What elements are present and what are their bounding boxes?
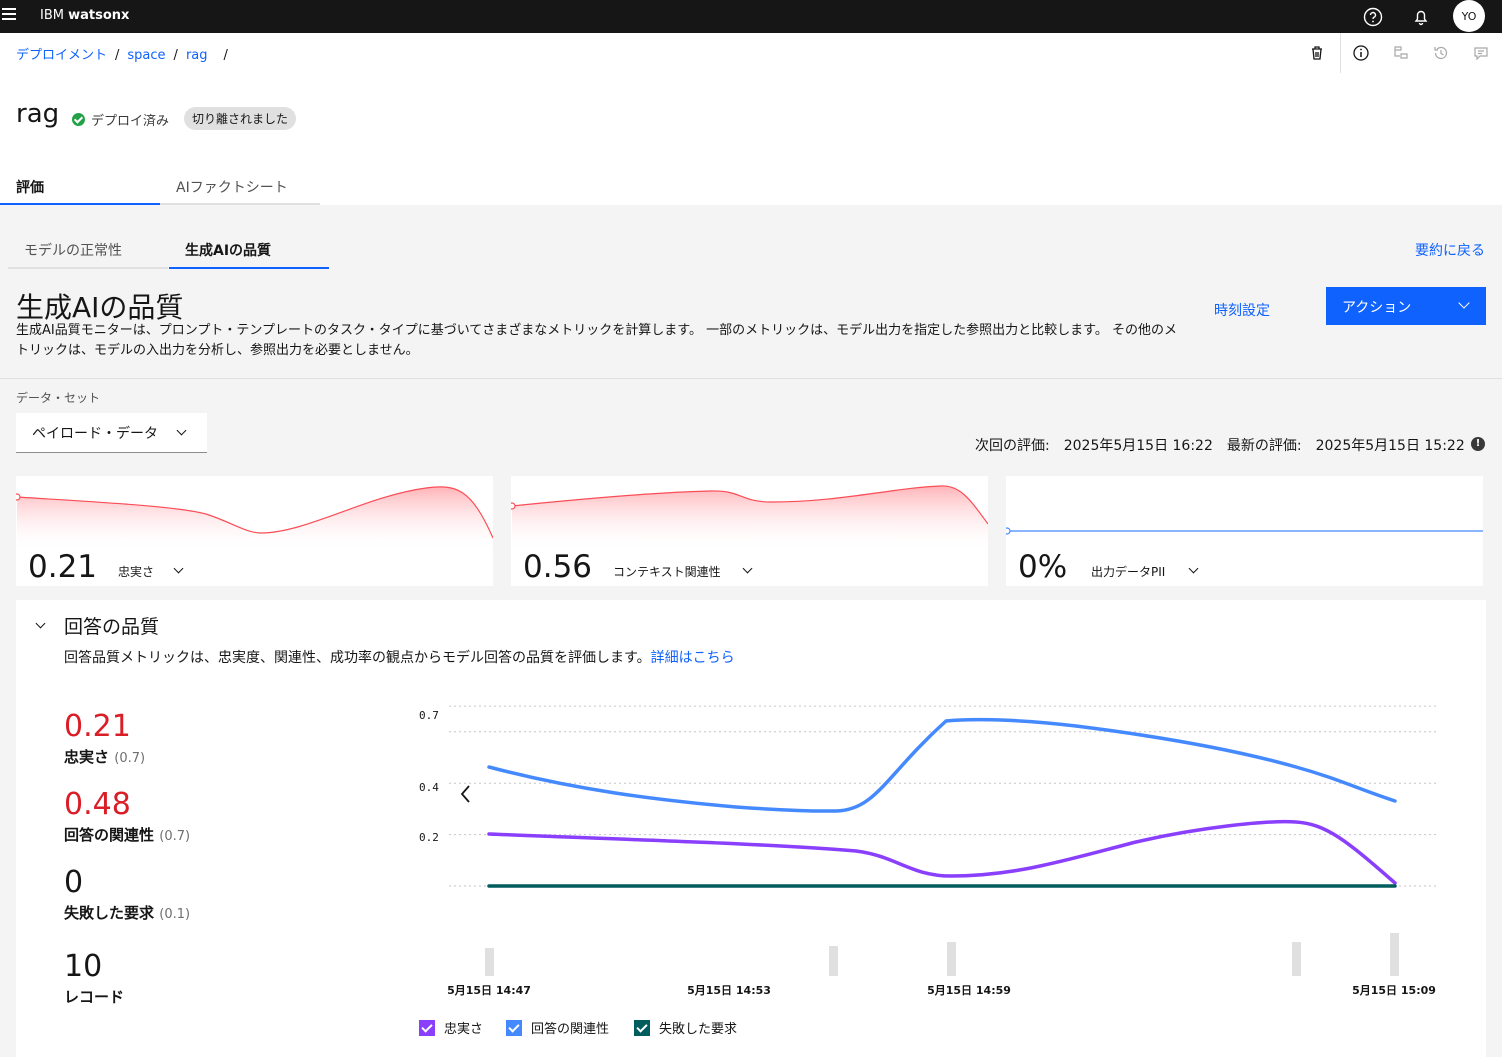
brand[interactable]: IBM watsonx	[40, 8, 129, 23]
dataset-dropdown[interactable]: ペイロード・データ	[16, 413, 207, 453]
last-eval-value: 2025年5月15日 15:22	[1315, 438, 1465, 454]
subtab-genai-quality[interactable]: 生成AIの品質	[169, 232, 329, 269]
tile-label: 出力データPII	[1091, 565, 1166, 579]
section-description: 生成AI品質モニターは、プロンプト・テンプレートのタスク・タイプに基づいてさまざ…	[16, 323, 1177, 358]
tile-label: コンテキスト関連性	[613, 565, 721, 579]
tile-value: 0.56	[523, 549, 593, 585]
y-tick-label: 0.4	[419, 781, 439, 794]
checkbox-icon[interactable]	[634, 1019, 650, 1036]
record-count-bar	[1390, 933, 1399, 976]
chevron-left-icon[interactable]	[460, 785, 470, 803]
brand-name: watsonx	[68, 8, 130, 23]
toolbar-divider	[1340, 33, 1341, 73]
y-tick-label: 0.7	[419, 709, 439, 722]
status-text: デプロイ済み	[91, 114, 170, 129]
user-avatar[interactable]: YO	[1453, 0, 1485, 32]
dataset-value: ペイロード・データ	[32, 426, 158, 442]
last-eval-label: 最新の評価:	[1226, 438, 1302, 454]
breadcrumb-bar: デプロイメント / space / rag /	[0, 33, 1502, 73]
action-button-label: アクション	[1342, 300, 1412, 316]
brand-prefix: IBM	[40, 8, 64, 23]
tile-output-pii[interactable]: 0% 出力データPII	[1006, 476, 1483, 586]
page-header: rag デプロイ済み 切り離されました 評価 AIファクトシート	[0, 73, 1502, 205]
checkbox-icon[interactable]	[419, 1019, 435, 1036]
time-settings-link[interactable]: 時刻設定	[1214, 300, 1270, 320]
info-icon[interactable]	[1352, 44, 1370, 62]
section-title: 生成AIの品質	[16, 291, 184, 324]
status-indicator: デプロイ済み	[72, 110, 169, 129]
evaluation-info: 次回の評価: 2025年5月15日 16:22 最新の評価: 2025年5月15日 1…	[975, 435, 1465, 455]
back-to-summary-link[interactable]: 要約に戻る	[1415, 240, 1485, 260]
series-line-回答の関連性	[487, 717, 1397, 813]
warning-icon[interactable]: !	[1471, 437, 1485, 451]
subtab-model-health[interactable]: モデルの正常性	[8, 232, 168, 269]
tile-context-relevance[interactable]: 0.56 コンテキスト関連性	[511, 476, 988, 586]
legend-label: 回答の関連性	[531, 1022, 610, 1037]
next-eval-value: 2025年5月15日 16:22	[1063, 438, 1213, 454]
tab-ai-factsheet[interactable]: AIファクトシート	[160, 168, 320, 205]
page-title: rag	[16, 99, 60, 129]
comment-icon[interactable]	[1472, 44, 1490, 62]
record-count-bar	[829, 946, 838, 976]
status-tag: 切り離されました	[184, 107, 297, 130]
action-button[interactable]: アクション	[1326, 287, 1486, 325]
legend-failed-requests[interactable]: 失敗した要求	[634, 1018, 737, 1037]
tile-value: 0.21	[28, 549, 98, 585]
legend-faithfulness[interactable]: 忠実さ	[419, 1018, 483, 1037]
tile-value: 0%	[1018, 549, 1068, 585]
next-eval-label: 次回の評価:	[975, 438, 1050, 454]
record-count-bar	[1292, 942, 1301, 976]
series-line-忠実さ	[487, 819, 1397, 885]
trash-icon[interactable]	[1308, 44, 1326, 62]
breadcrumb-rag[interactable]: rag	[186, 48, 208, 63]
chevron-down-icon	[1458, 297, 1470, 309]
x-tick-label: 5月15日 14:53	[687, 984, 771, 997]
legend-answer-relevance[interactable]: 回答の関連性	[506, 1018, 609, 1037]
tile-label: 忠実さ	[118, 565, 155, 579]
help-icon[interactable]	[1362, 6, 1384, 28]
legend-label: 失敗した要求	[659, 1022, 738, 1037]
pii-sparkline	[1006, 527, 1483, 535]
lineage-icon[interactable]	[1392, 44, 1410, 62]
record-count-bar	[947, 942, 956, 976]
y-tick-label: 0.2	[419, 831, 439, 844]
record-count-bar	[485, 948, 494, 976]
history-icon[interactable]	[1432, 44, 1450, 62]
breadcrumb-deployments[interactable]: デプロイメント	[16, 44, 107, 63]
x-tick-label: 5月15日 14:47	[447, 984, 531, 997]
checkbox-icon[interactable]	[506, 1019, 522, 1036]
top-bar: IBM watsonx YO	[0, 0, 1502, 33]
x-tick-label: 5月15日 15:09	[1352, 984, 1436, 997]
divider	[0, 378, 1502, 379]
breadcrumb: デプロイメント / space / rag /	[16, 44, 236, 63]
tile-faithfulness[interactable]: 0.21 忠実さ	[16, 476, 493, 586]
checkmark-icon	[72, 113, 85, 126]
notification-icon[interactable]	[1410, 6, 1432, 28]
dataset-label: データ・セット	[16, 391, 101, 405]
legend-label: 忠実さ	[444, 1022, 484, 1037]
breadcrumb-space[interactable]: space	[127, 48, 165, 63]
x-tick-label: 5月15日 14:59	[927, 984, 1011, 997]
menu-icon[interactable]	[2, 8, 16, 24]
answer-quality-chart: 0.2 0.4 0.7 5月15日 14:47 5月15日 14:53 5月15日 14:…	[419, 705, 1436, 997]
chevron-down-icon	[176, 425, 187, 436]
tab-evaluation[interactable]: 評価	[0, 168, 160, 205]
answer-quality-panel: 回答の品質 回答品質メトリックは、忠実度、関連性、成功率の観点からモデル回答の品…	[16, 600, 1486, 1057]
